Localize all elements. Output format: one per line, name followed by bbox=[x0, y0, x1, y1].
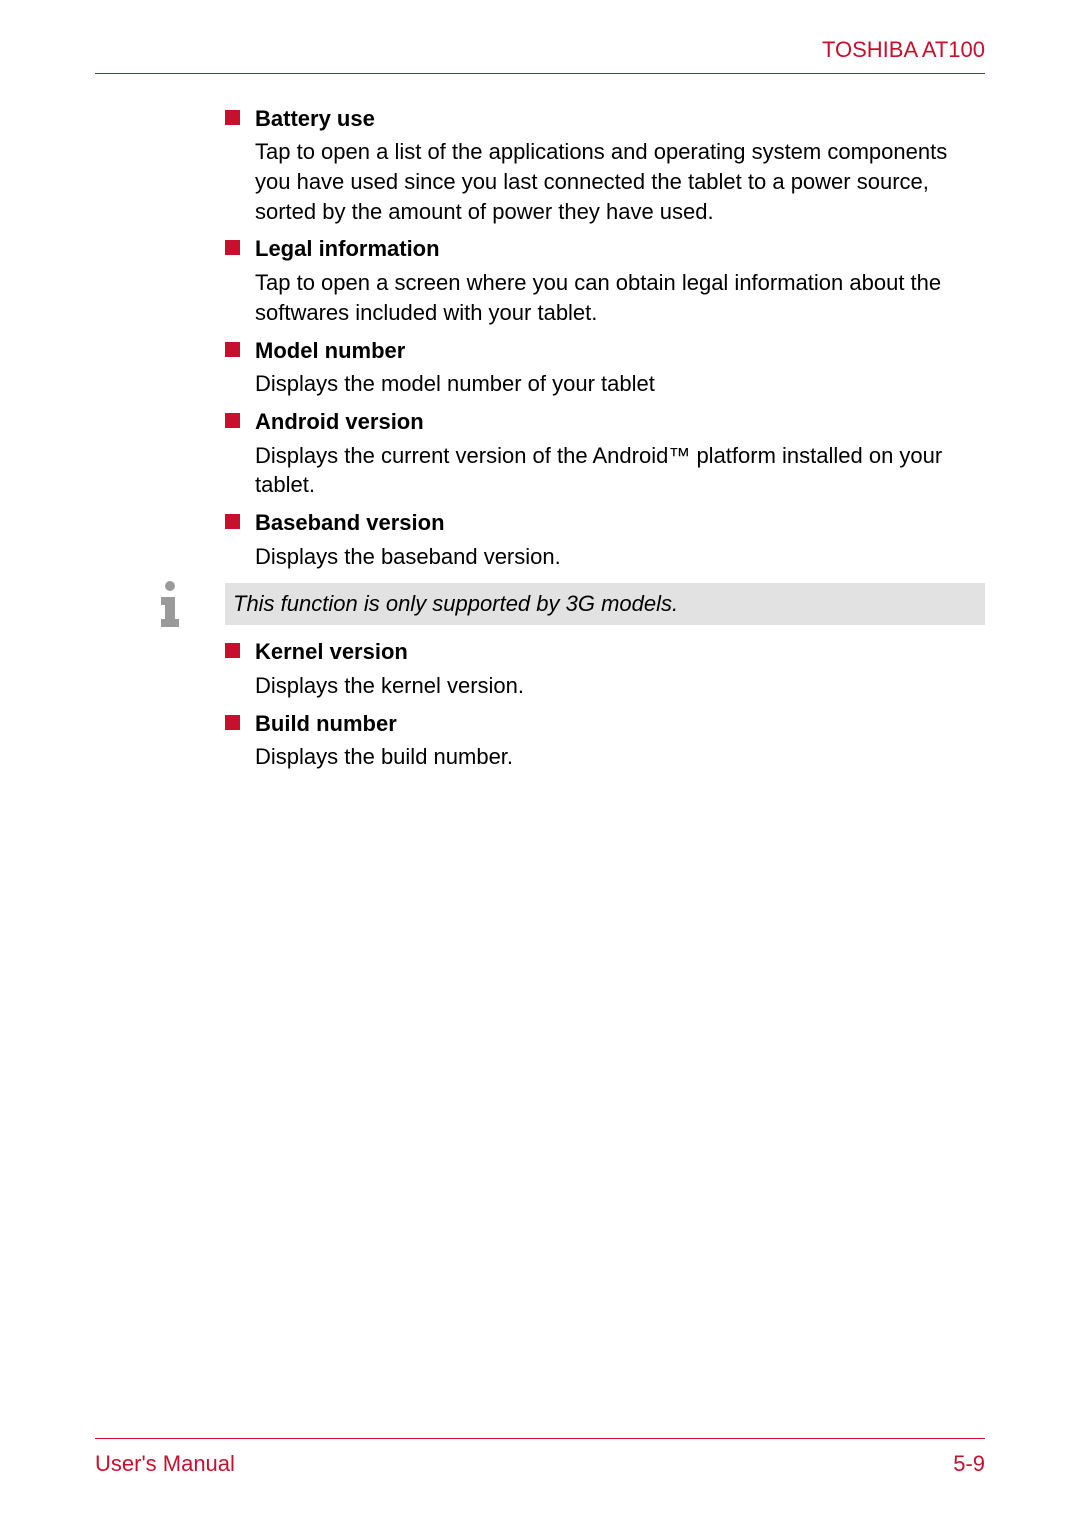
bullet-line: Build number bbox=[225, 709, 985, 739]
header-product-title: TOSHIBA AT100 bbox=[95, 35, 985, 73]
bullet-line: Legal information bbox=[225, 234, 985, 264]
bullet-heading: Legal information bbox=[255, 234, 440, 264]
info-icon bbox=[145, 579, 195, 629]
bullet-square-icon bbox=[225, 514, 240, 529]
note-row: This function is only supported by 3G mo… bbox=[145, 579, 985, 629]
footer: User's Manual 5-9 bbox=[95, 1438, 985, 1479]
bullet-line: Android version bbox=[225, 407, 985, 437]
bullet-heading: Battery use bbox=[255, 104, 375, 134]
bullet-square-icon bbox=[225, 413, 240, 428]
bullet-heading: Kernel version bbox=[255, 637, 408, 667]
bullet-item: Battery use Tap to open a list of the ap… bbox=[225, 104, 985, 227]
footer-row: User's Manual 5-9 bbox=[95, 1449, 985, 1479]
bullet-square-icon bbox=[225, 715, 240, 730]
bullet-item: Model number Displays the model number o… bbox=[225, 336, 985, 399]
bullet-description: Displays the baseband version. bbox=[225, 542, 985, 572]
content-area: Battery use Tap to open a list of the ap… bbox=[95, 104, 985, 772]
bullet-square-icon bbox=[225, 342, 240, 357]
bullet-item: Legal information Tap to open a screen w… bbox=[225, 234, 985, 327]
bullet-line: Baseband version bbox=[225, 508, 985, 538]
bullet-heading: Model number bbox=[255, 336, 405, 366]
bullet-item: Build number Displays the build number. bbox=[225, 709, 985, 772]
bullet-description: Displays the model number of your tablet bbox=[225, 369, 985, 399]
bullet-square-icon bbox=[225, 643, 240, 658]
bullet-square-icon bbox=[225, 110, 240, 125]
bullet-description: Displays the current version of the Andr… bbox=[225, 441, 985, 500]
bullet-item: Kernel version Displays the kernel versi… bbox=[225, 637, 985, 700]
note-box: This function is only supported by 3G mo… bbox=[225, 583, 985, 625]
bullet-square-icon bbox=[225, 240, 240, 255]
bullet-heading: Baseband version bbox=[255, 508, 445, 538]
manual-page: TOSHIBA AT100 Battery use Tap to open a … bbox=[0, 0, 1080, 1529]
header-rule bbox=[95, 73, 985, 74]
bullet-description: Displays the build number. bbox=[225, 742, 985, 772]
note-text: This function is only supported by 3G mo… bbox=[233, 591, 678, 616]
bullet-line: Battery use bbox=[225, 104, 985, 134]
bullet-item: Android version Displays the current ver… bbox=[225, 407, 985, 500]
footer-left: User's Manual bbox=[95, 1449, 235, 1479]
bullet-item: Baseband version Displays the baseband v… bbox=[225, 508, 985, 571]
bullet-heading: Android version bbox=[255, 407, 424, 437]
footer-rule bbox=[95, 1438, 985, 1439]
footer-page-number: 5-9 bbox=[953, 1449, 985, 1479]
bullet-line: Kernel version bbox=[225, 637, 985, 667]
bullet-line: Model number bbox=[225, 336, 985, 366]
bullet-heading: Build number bbox=[255, 709, 397, 739]
bullet-description: Tap to open a screen where you can obtai… bbox=[225, 268, 985, 327]
bullet-description: Tap to open a list of the applications a… bbox=[225, 137, 985, 226]
bullet-description: Displays the kernel version. bbox=[225, 671, 985, 701]
